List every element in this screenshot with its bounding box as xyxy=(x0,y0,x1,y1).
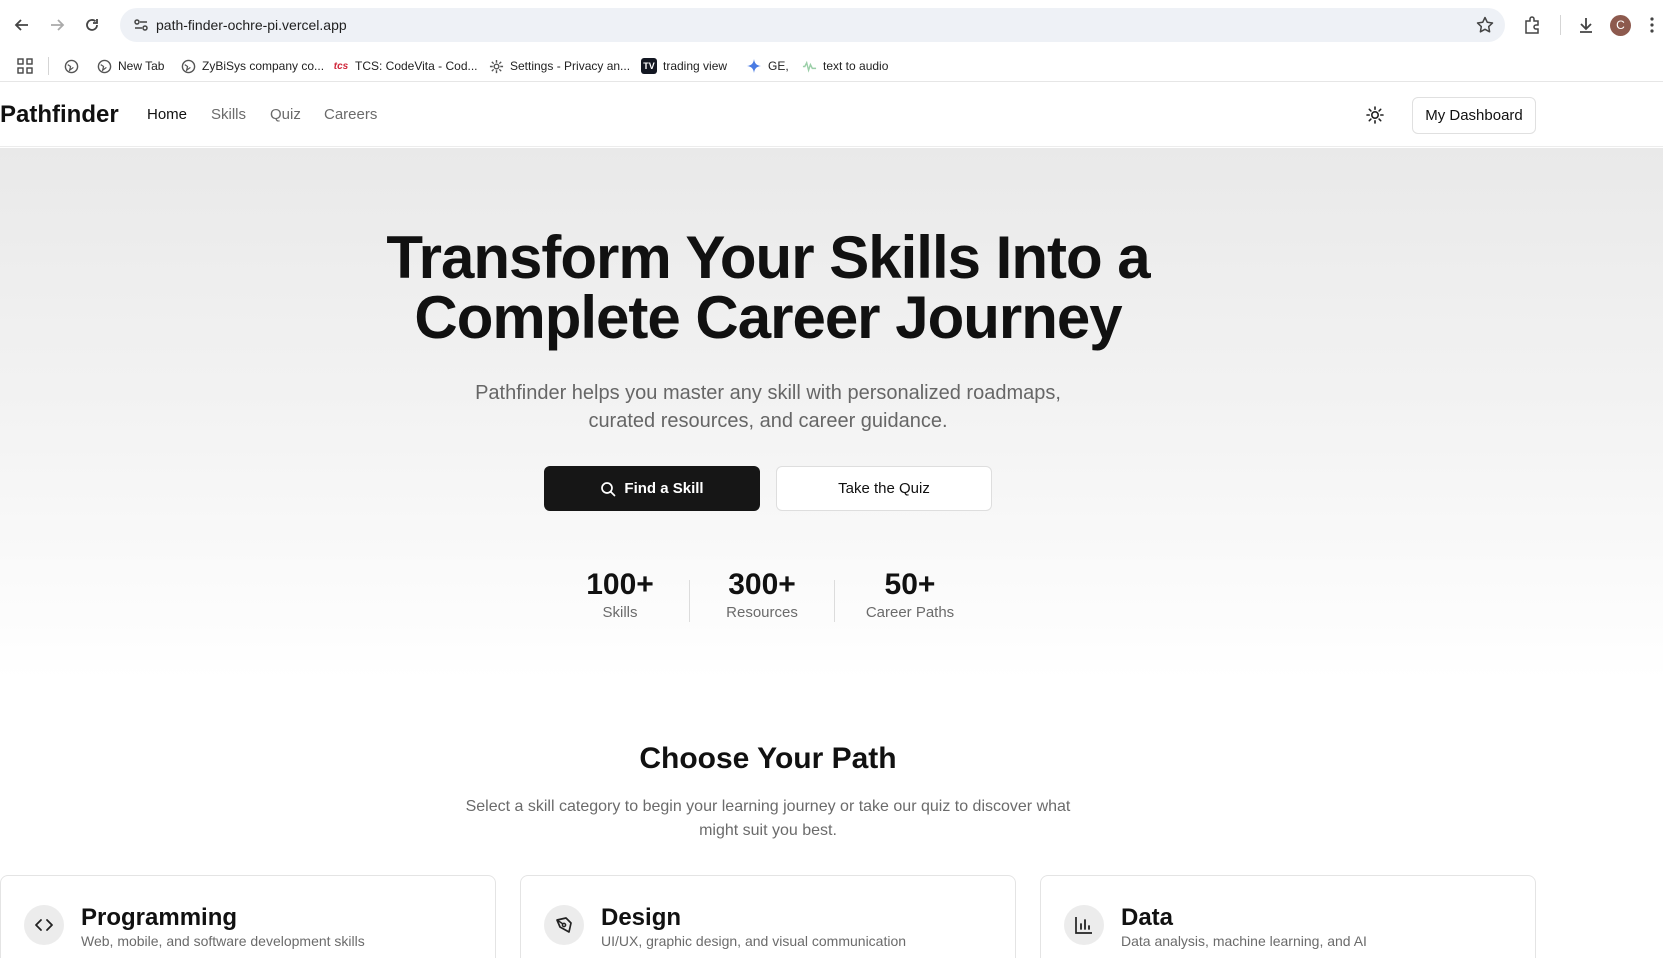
menu-kebab-icon[interactable] xyxy=(1645,13,1659,37)
hero-subtitle: Pathfinder helps you master any skill wi… xyxy=(0,379,1536,435)
tcs-icon: tcs xyxy=(333,60,349,72)
nav-home[interactable]: Home xyxy=(147,106,187,123)
section-subtitle: Select a skill category to begin your le… xyxy=(0,795,1536,843)
card-description: Web, mobile, and software development sk… xyxy=(81,933,365,949)
take-the-quiz-button[interactable]: Take the Quiz xyxy=(776,466,992,511)
sparkle-icon xyxy=(746,58,762,74)
sun-icon[interactable] xyxy=(1364,104,1386,126)
code-icon xyxy=(24,905,64,945)
bookmark-item[interactable]: GE, xyxy=(746,56,789,76)
bookmark-label: New Tab xyxy=(118,59,165,73)
globe-icon xyxy=(96,58,112,74)
card-title: Design xyxy=(601,904,682,931)
stat-career-paths: 50+ Career Paths xyxy=(850,568,970,621)
section-subtitle-line: might suit you best. xyxy=(699,822,837,839)
site-settings-icon[interactable] xyxy=(132,16,150,34)
hero-title: Transform Your Skills Into a Complete Ca… xyxy=(0,228,1536,348)
bookmark-label: TCS: CodeVita - Cod... xyxy=(355,59,478,73)
audio-icon xyxy=(801,58,817,74)
stat-divider xyxy=(689,580,690,622)
hero-title-line: Complete Career Journey xyxy=(414,284,1122,351)
download-icon[interactable] xyxy=(1574,13,1598,37)
stat-label: Resources xyxy=(726,604,798,621)
stat-label: Skills xyxy=(602,604,638,621)
globe-icon xyxy=(180,58,196,74)
bookmark-item[interactable]: New Tab xyxy=(96,56,164,76)
bookmark-item[interactable]: ZyBiSys company co... xyxy=(180,56,324,76)
globe-icon xyxy=(63,58,79,74)
card-description: UI/UX, graphic design, and visual commun… xyxy=(601,933,907,949)
stat-skills: 100+ Skills xyxy=(570,568,670,621)
bookmark-label: trading view xyxy=(663,59,728,73)
bookmark-item[interactable]: Settings - Privacy an... xyxy=(488,56,630,76)
profile-avatar[interactable]: C xyxy=(1610,15,1631,36)
card-title: Programming xyxy=(81,904,238,931)
bookmark-star-icon[interactable] xyxy=(1475,15,1495,35)
bookmark-item[interactable]: text to audio xyxy=(801,56,888,76)
bookmark-item[interactable]: tcs TCS: CodeVita - Cod... xyxy=(333,56,478,76)
address-bar[interactable]: path-finder-ochre-pi.vercel.app xyxy=(120,8,1505,42)
bookmark-label: ZyBiSys company co... xyxy=(202,59,325,73)
stat-value: 50+ xyxy=(884,568,936,601)
hero-subtitle-line: Pathfinder helps you master any skill wi… xyxy=(475,382,1061,404)
forward-icon[interactable] xyxy=(44,12,70,38)
hero-title-line: Transform Your Skills Into a xyxy=(386,224,1150,291)
hero-subtitle-line: curated resources, and career guidance. xyxy=(588,410,948,432)
bookmark-label: GE, xyxy=(768,59,789,73)
section-subtitle-line: Select a skill category to begin your le… xyxy=(465,798,1071,815)
back-icon[interactable] xyxy=(9,12,35,38)
section-title: Choose Your Path xyxy=(639,742,897,775)
nav-skills[interactable]: Skills xyxy=(211,106,246,123)
find-a-skill-button[interactable]: Find a Skill xyxy=(544,466,760,511)
stat-divider xyxy=(834,580,835,622)
tradingview-icon: TV xyxy=(641,58,657,74)
bookmark-label: Settings - Privacy an... xyxy=(510,59,631,73)
bookmarks-bar: New Tab ZyBiSys company co... tcs TCS: C… xyxy=(0,50,1663,82)
nav-careers[interactable]: Careers xyxy=(324,106,377,123)
brand-logo[interactable]: Pathfinder xyxy=(0,101,119,129)
site-header: Pathfinder Home Skills Quiz Careers My D… xyxy=(0,82,1663,147)
stat-value: 100+ xyxy=(586,568,654,601)
card-description: Data analysis, machine learning, and AI xyxy=(1121,933,1367,949)
bookmark-label: text to audio xyxy=(823,59,889,73)
find-a-skill-label: Find a Skill xyxy=(624,480,704,497)
bar-chart-icon xyxy=(1064,905,1104,945)
stat-label: Career Paths xyxy=(865,604,955,621)
hero-section: Transform Your Skills Into a Complete Ca… xyxy=(0,148,1663,680)
category-card-design[interactable]: Design UI/UX, graphic design, and visual… xyxy=(520,875,1016,958)
pen-tool-icon xyxy=(544,905,584,945)
bookmarks-divider xyxy=(48,57,49,75)
category-card-programming[interactable]: Programming Web, mobile, and software de… xyxy=(0,875,496,958)
url-text[interactable]: path-finder-ochre-pi.vercel.app xyxy=(156,17,347,33)
stat-value: 300+ xyxy=(728,568,796,601)
stat-resources: 300+ Resources xyxy=(712,568,812,621)
toolbar-divider xyxy=(1560,15,1561,35)
search-icon xyxy=(601,481,616,496)
bookmark-item[interactable]: TV trading view xyxy=(641,56,727,76)
category-card-data[interactable]: Data Data analysis, machine learning, an… xyxy=(1040,875,1536,958)
reload-icon[interactable] xyxy=(79,12,105,38)
apps-grid-icon[interactable] xyxy=(17,56,33,76)
extensions-icon[interactable] xyxy=(1520,13,1544,37)
card-title: Data xyxy=(1121,904,1174,931)
browser-toolbar: path-finder-ochre-pi.vercel.app C xyxy=(0,0,1663,50)
bookmark-item[interactable] xyxy=(63,56,85,76)
gear-icon xyxy=(488,58,504,74)
nav-quiz[interactable]: Quiz xyxy=(270,106,301,123)
my-dashboard-button[interactable]: My Dashboard xyxy=(1412,97,1536,134)
